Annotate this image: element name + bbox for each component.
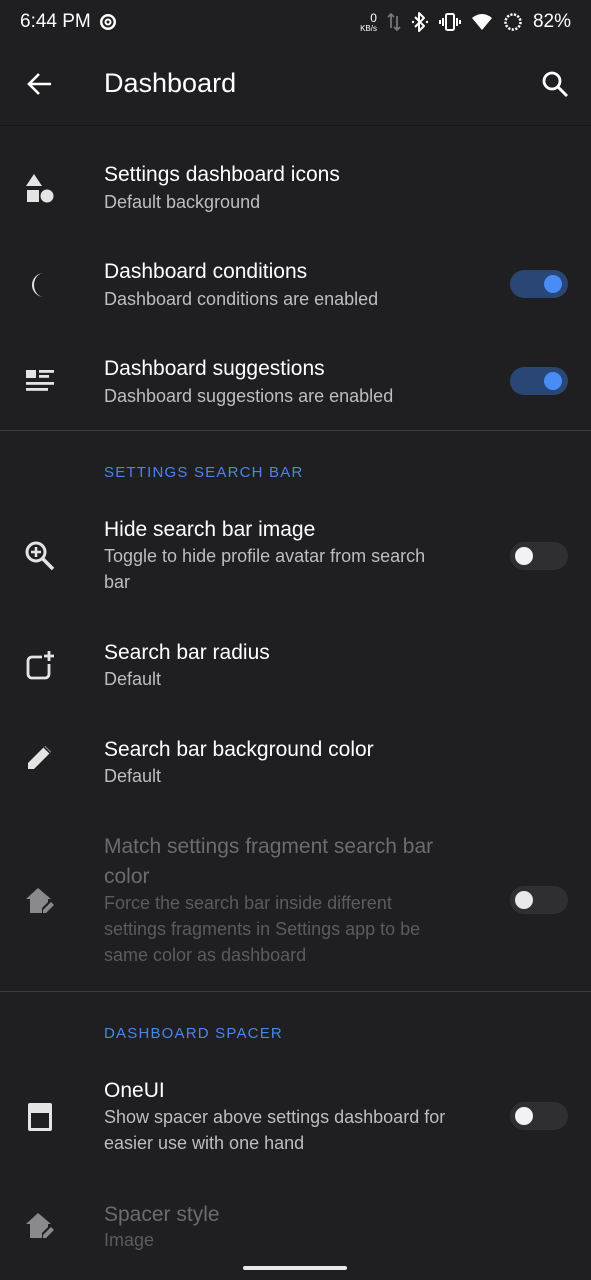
- pref-summary: Dashboard suggestions are enabled: [104, 386, 394, 406]
- hide-image-toggle[interactable]: [510, 542, 568, 570]
- toggle-knob: [544, 372, 562, 390]
- pref-summary: Force the search bar inside different: [104, 893, 392, 913]
- toggle-knob: [544, 275, 562, 293]
- toggle-knob: [515, 1107, 533, 1125]
- pref-title: Dashboard conditions: [104, 260, 308, 283]
- net-speed-unit: KB/s: [360, 23, 377, 33]
- arrow-back-icon: [27, 73, 51, 95]
- match-color-toggle[interactable]: [510, 886, 568, 914]
- section-header-dashboard-spacer: DASHBOARD SPACER: [104, 1025, 283, 1042]
- back-button[interactable]: [22, 66, 58, 102]
- pref-summary: Default: [104, 669, 162, 689]
- battery-ring-icon: [503, 12, 523, 32]
- pref-oneui[interactable]: OneUI Show spacer above settings dashboa…: [0, 1064, 591, 1176]
- pref-dashboard-icons[interactable]: Settings dashboard icons Default backgro…: [0, 142, 591, 238]
- pencil-icon: [22, 739, 58, 775]
- net-speed: 0 KB/s: [360, 12, 377, 33]
- pref-summary: Toggle to hide profile avatar from searc…: [104, 546, 426, 566]
- pref-summary: Show spacer above settings dashboard for: [104, 1107, 446, 1127]
- moon-icon: [22, 267, 58, 303]
- pref-spacer-style[interactable]: Spacer style Image: [0, 1182, 591, 1262]
- circle-p-icon: [99, 13, 117, 31]
- pref-dashboard-conditions[interactable]: Dashboard conditions Dashboard condition…: [0, 239, 591, 335]
- pref-title: OneUI: [104, 1079, 165, 1102]
- suggestions-toggle[interactable]: [510, 367, 568, 395]
- pref-summary: Dashboard conditions are enabled: [104, 289, 379, 309]
- status-left: 6:44 PM: [20, 11, 117, 33]
- phone-spacer-icon: [22, 1099, 58, 1135]
- page-title: Dashboard: [104, 68, 237, 98]
- home-edit-icon: [22, 1208, 58, 1244]
- data-arrows-icon: [387, 12, 401, 32]
- pref-summary: Default background: [104, 192, 261, 212]
- section-header-search-bar: SETTINGS SEARCH BAR: [104, 464, 304, 481]
- divider: [0, 991, 591, 992]
- toggle-knob: [515, 891, 533, 909]
- search-button[interactable]: [537, 66, 573, 102]
- pref-title: Search bar background color: [104, 738, 374, 761]
- pref-title-cont: color: [104, 865, 150, 888]
- search-icon: [542, 71, 569, 98]
- conditions-toggle[interactable]: [510, 270, 568, 298]
- vibrate-icon: [438, 12, 461, 32]
- pref-title: Search bar radius: [104, 641, 270, 664]
- status-right: 0 KB/s 82%: [360, 11, 571, 33]
- status-bar: 6:44 PM 0 KB/s 82%: [0, 0, 591, 44]
- pref-search-bar-radius[interactable]: Search bar radius Default: [0, 620, 591, 716]
- toggle-knob: [515, 547, 533, 565]
- pref-summary: Image: [104, 1230, 155, 1250]
- zoom-in-icon: [22, 538, 58, 574]
- net-speed-value: 0: [370, 10, 377, 25]
- gesture-nav-pill[interactable]: [243, 1266, 347, 1270]
- bluetooth-icon: [411, 11, 429, 33]
- pref-title: Spacer style: [104, 1203, 220, 1226]
- wifi-icon: [471, 13, 493, 31]
- pref-summary-cont: settings fragments in Settings app to be: [104, 919, 421, 939]
- rounded-corner-add-icon: [22, 648, 58, 684]
- status-time: 6:44 PM: [20, 11, 91, 32]
- pref-title: Dashboard suggestions: [104, 357, 325, 380]
- home-edit-icon: [22, 883, 58, 919]
- pref-hide-search-bar-image[interactable]: Hide search bar image Toggle to hide pro…: [0, 503, 591, 615]
- pref-summary-cont: easier use with one hand: [104, 1133, 305, 1153]
- pref-summary: Default: [104, 766, 162, 786]
- divider: [0, 430, 591, 431]
- pref-summary-cont: bar: [104, 572, 131, 592]
- pref-title: Settings dashboard icons: [104, 163, 340, 186]
- list-icon: [22, 363, 58, 399]
- shapes-icon: [22, 170, 58, 206]
- pref-title: Hide search bar image: [104, 518, 316, 541]
- pref-summary-cont: same color as dashboard: [104, 945, 307, 965]
- pref-search-bar-bg-color[interactable]: Search bar background color Default: [0, 717, 591, 813]
- battery-percent: 82%: [532, 11, 571, 32]
- pref-dashboard-suggestions[interactable]: Dashboard suggestions Dashboard suggesti…: [0, 336, 591, 430]
- oneui-toggle[interactable]: [510, 1102, 568, 1130]
- pref-match-fragment-color[interactable]: Match settings fragment search bar color…: [0, 820, 591, 988]
- pref-title: Match settings fragment search bar: [104, 835, 434, 858]
- app-bar: Dashboard: [0, 44, 591, 126]
